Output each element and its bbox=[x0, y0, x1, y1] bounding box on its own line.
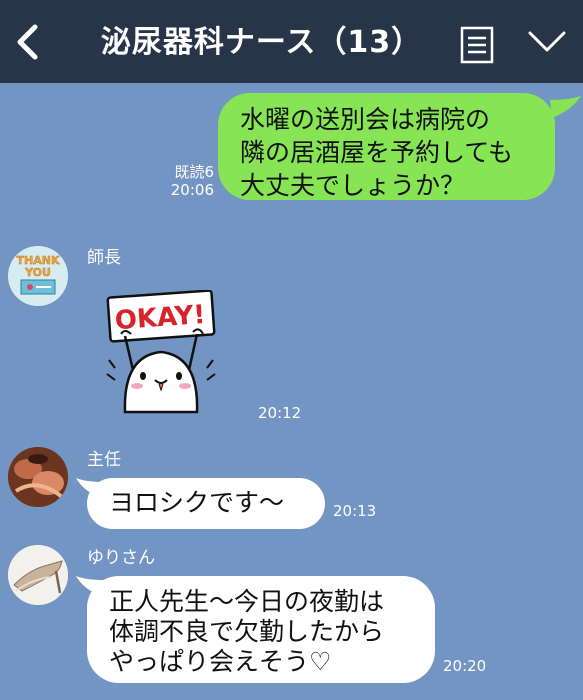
avatar-shunin[interactable] bbox=[8, 447, 68, 507]
avatar-text: YOU bbox=[24, 266, 51, 279]
message-line: やっぱり会えそう♡ bbox=[109, 647, 332, 676]
collapse-button[interactable] bbox=[528, 30, 566, 58]
high-heel-photo-icon bbox=[8, 545, 68, 605]
incoming-message-bubble[interactable]: 正人先生〜今日の夜勤は 体調不良で欠勤したから やっぱり会えそう♡ bbox=[87, 576, 435, 683]
avatar-yuri[interactable] bbox=[8, 545, 68, 605]
message-time: 20:12 bbox=[258, 404, 302, 422]
back-button[interactable] bbox=[10, 22, 46, 62]
message-text: ヨロシクです〜 bbox=[109, 488, 285, 517]
sender-name: 師長 bbox=[87, 248, 121, 268]
chat-title: 泌尿器科ナース（13） bbox=[100, 25, 423, 60]
message-time: 20:06 bbox=[170, 181, 214, 199]
chevron-left-icon bbox=[17, 24, 38, 60]
outgoing-bubble-tail bbox=[550, 96, 581, 118]
incoming-message-bubble[interactable]: ヨロシクです〜 bbox=[87, 478, 325, 529]
outgoing-message-bubble[interactable]: 水曜の送別会は病院の 隣の居酒屋を予約しても 大丈夫でしょうか？ bbox=[218, 93, 555, 200]
sender-name: ゆりさん bbox=[87, 548, 155, 568]
avatar-shichou[interactable]: THANK YOU bbox=[8, 246, 68, 306]
message-time: 20:20 bbox=[443, 657, 487, 675]
sender-name: 主任 bbox=[87, 450, 121, 470]
okay-sticker[interactable]: OKAY! bbox=[103, 290, 219, 418]
message-line: 正人先生〜今日の夜勤は bbox=[109, 587, 385, 616]
thank-you-avatar-icon: THANK YOU bbox=[8, 246, 68, 306]
message-time: 20:13 bbox=[333, 502, 377, 520]
hands-photo-icon bbox=[8, 447, 68, 507]
read-receipt: 既読6 bbox=[174, 163, 214, 181]
message-line: 隣の居酒屋を予約しても bbox=[240, 138, 514, 167]
chevron-down-icon bbox=[528, 31, 566, 52]
message-line: 大丈夫でしょうか？ bbox=[240, 171, 466, 200]
menu-button[interactable] bbox=[460, 26, 494, 68]
message-line: 水曜の送別会は病院の bbox=[240, 105, 491, 134]
chat-header: 泌尿器科ナース（13） bbox=[0, 0, 583, 83]
menu-list-icon bbox=[460, 26, 494, 64]
message-line: 体調不良で欠勤したから bbox=[109, 617, 385, 646]
